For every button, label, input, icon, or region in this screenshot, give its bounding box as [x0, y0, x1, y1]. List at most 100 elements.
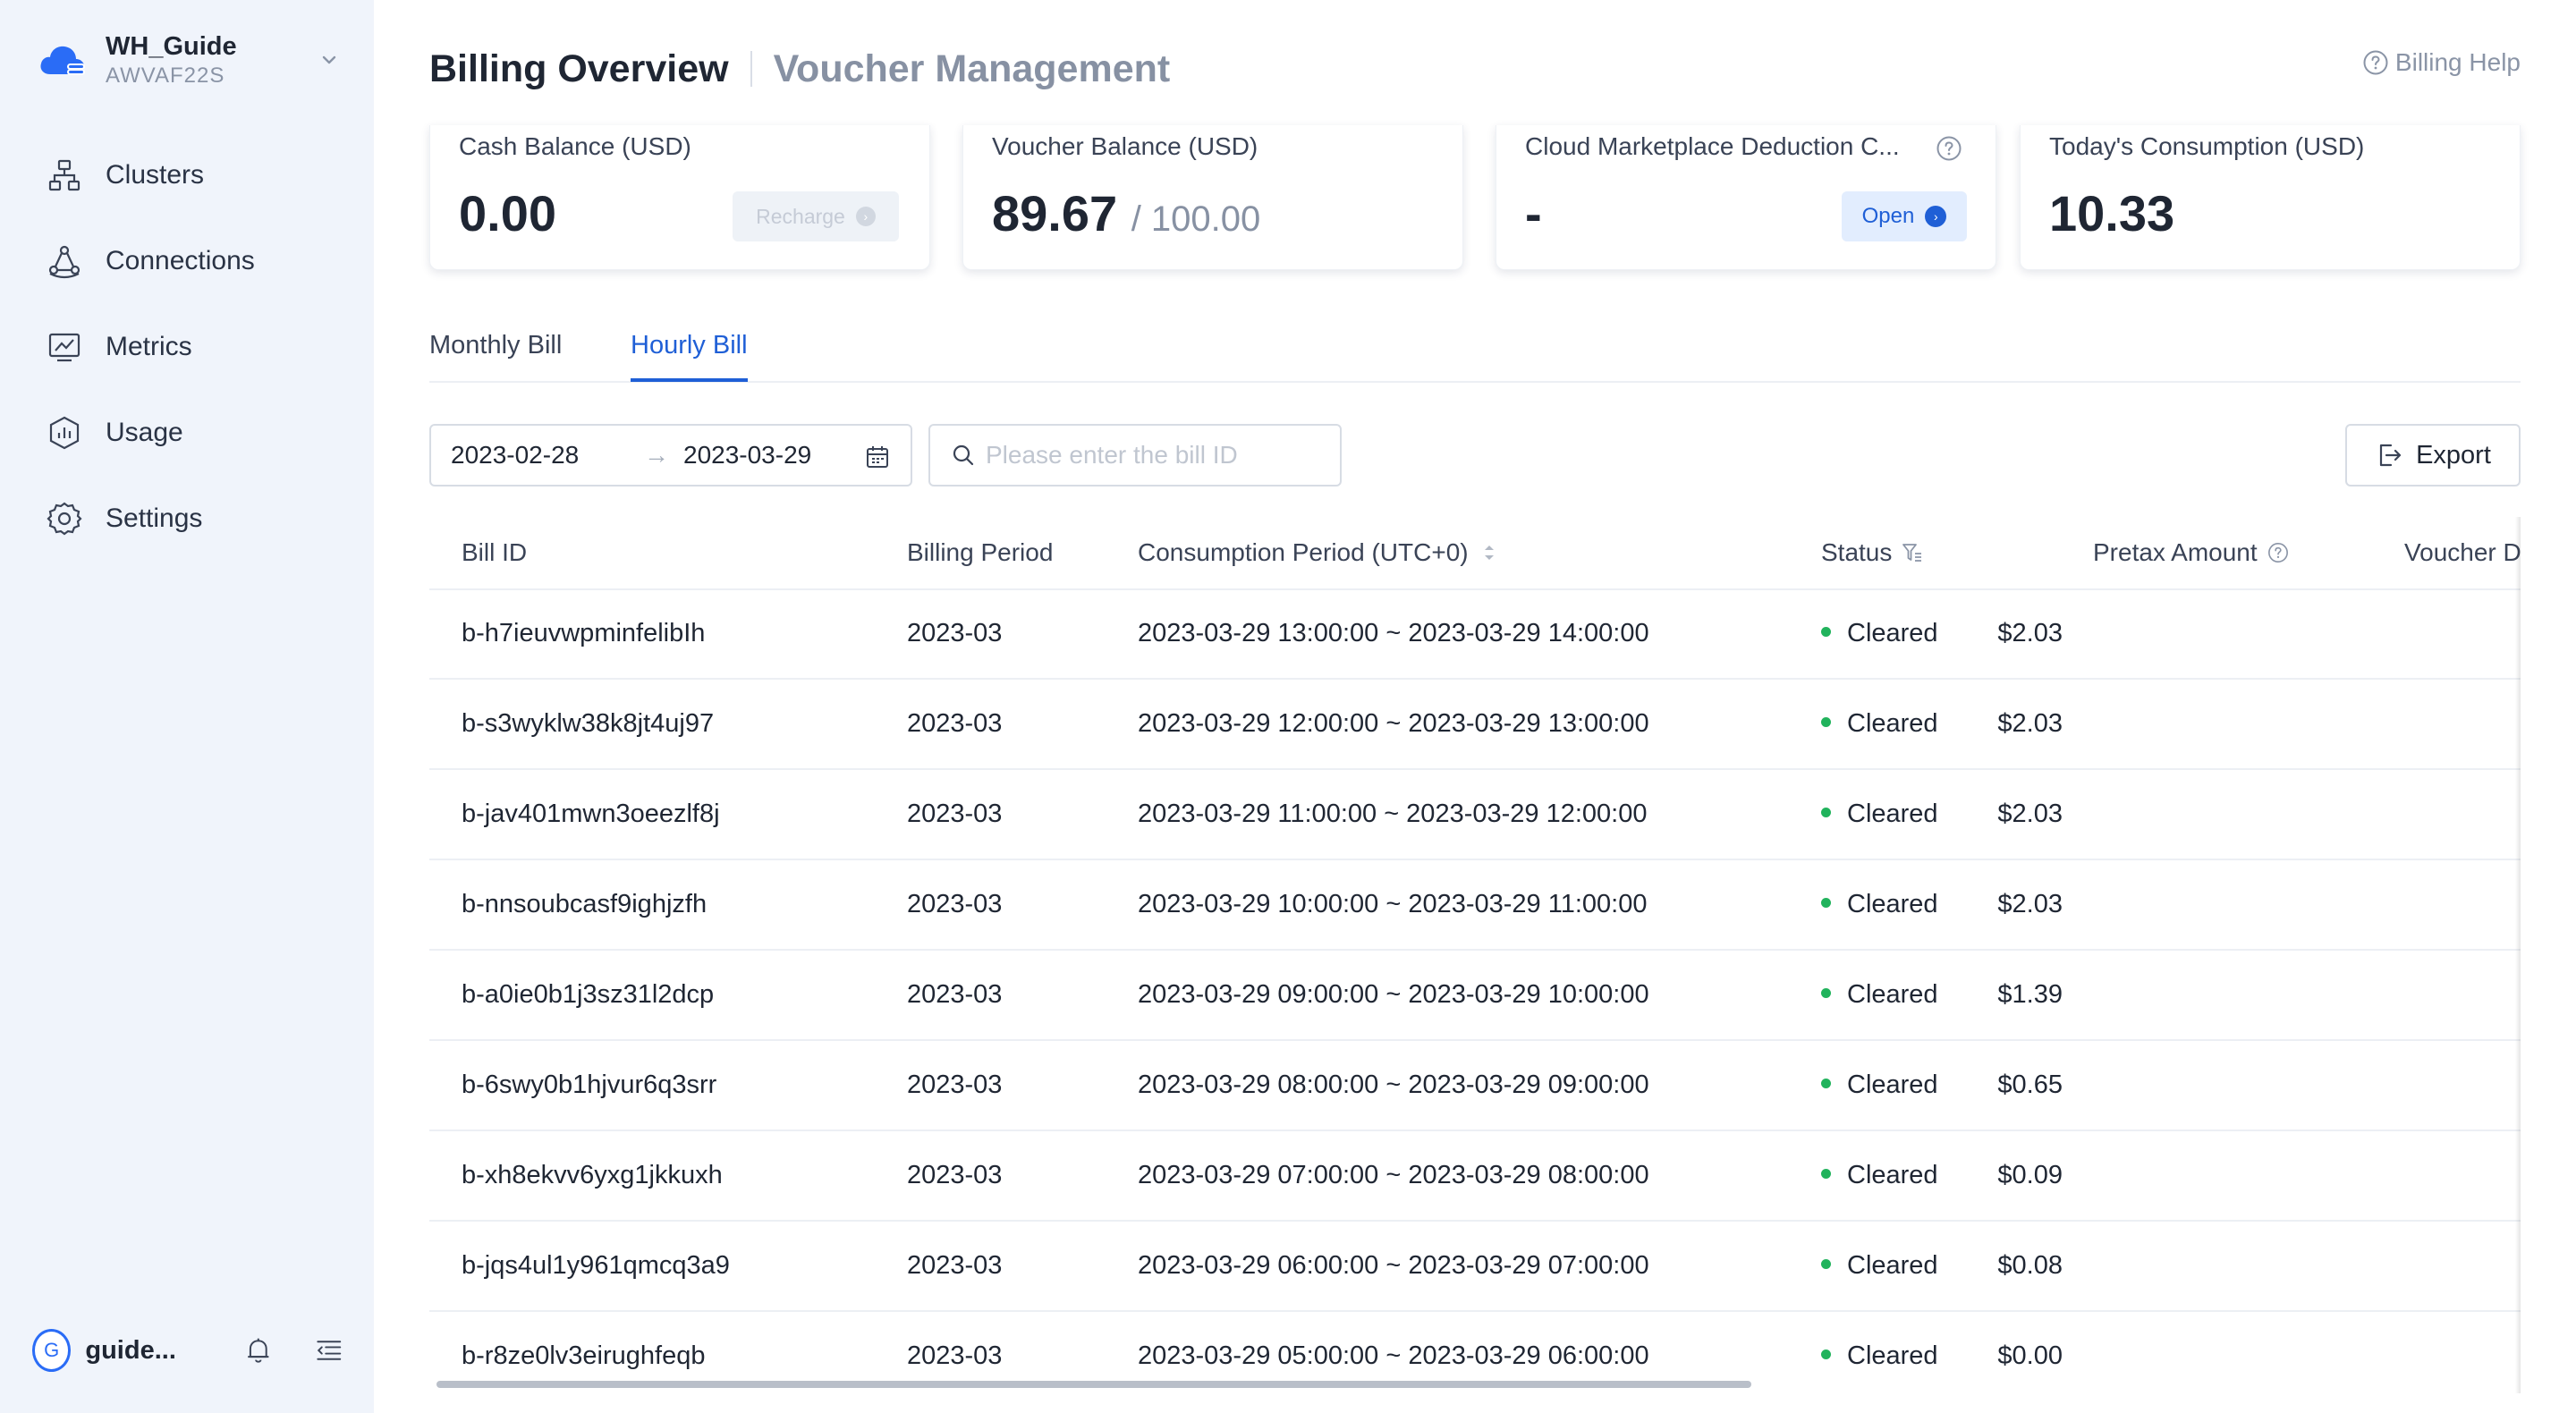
- cell-pretax-amount: $1.39: [1997, 980, 2063, 1009]
- date-range-arrow: →: [644, 441, 669, 469]
- cloud-logo-icon: [40, 46, 85, 75]
- arrow-right-icon: ›: [855, 207, 876, 226]
- marketplace-deduction-label: Cloud Marketplace Deduction C...: [1525, 132, 1900, 160]
- table-row[interactable]: b-a0ie0b1j3sz31l2dcp 2023-03 2023-03-29 …: [429, 952, 2521, 1041]
- cell-consumption-period: 2023-03-29 09:00:00 ~ 2023-03-29 10:00:0…: [1138, 980, 1649, 1009]
- cell-consumption-period: 2023-03-29 08:00:00 ~ 2023-03-29 09:00:0…: [1138, 1070, 1649, 1099]
- column-header-label: Voucher De: [2404, 538, 2521, 566]
- bill-tabs: Monthly Bill Hourly Bill: [429, 313, 2521, 383]
- cell-bill-id: b-s3wyklw38k8jt4uj97: [462, 709, 715, 738]
- page-title[interactable]: Billing Overview: [429, 47, 729, 91]
- cell-billing-period: 2023-03: [907, 1341, 1003, 1370]
- cell-bill-id: b-xh8ekvv6yxg1jkkuxh: [462, 1161, 723, 1189]
- date-start[interactable]: 2023-02-28: [451, 441, 644, 470]
- sidebar-item-connections[interactable]: Connections: [0, 218, 374, 304]
- collapse-sidebar-icon[interactable]: [313, 1333, 345, 1368]
- cell-pretax-amount: $2.03: [1997, 890, 2063, 918]
- metrics-icon: [48, 333, 80, 362]
- voucher-balance-label: Voucher Balance (USD): [992, 132, 1258, 160]
- sidebar-item-usage[interactable]: Usage: [0, 390, 374, 476]
- org-switcher[interactable]: WH_Guide AWVAF22S: [38, 27, 342, 93]
- cell-bill-id: b-jqs4ul1y961qmcq3a9: [462, 1251, 730, 1280]
- bill-search: [928, 424, 1342, 487]
- connections-icon: [48, 245, 80, 279]
- sidebar-item-clusters[interactable]: Clusters: [0, 132, 374, 218]
- voucher-balance-value: 89.67 / 100.00: [992, 184, 1260, 242]
- column-header-label: Bill ID: [462, 538, 528, 566]
- cell-consumption-period: 2023-03-29 05:00:00 ~ 2023-03-29 06:00:0…: [1138, 1341, 1649, 1370]
- cell-consumption-period: 2023-03-29 12:00:00 ~ 2023-03-29 13:00:0…: [1138, 709, 1649, 738]
- status-dot-icon: [1821, 807, 1831, 817]
- avatar[interactable]: G: [32, 1329, 72, 1372]
- bell-icon[interactable]: [242, 1333, 275, 1368]
- open-button[interactable]: Open ›: [1842, 191, 1967, 241]
- table-row[interactable]: b-jqs4ul1y961qmcq3a9 2023-03 2023-03-29 …: [429, 1223, 2521, 1312]
- cell-pretax-amount: $0.00: [1997, 1341, 2063, 1370]
- export-icon: [2379, 444, 2402, 467]
- sidebar-footer: G guide...: [32, 1325, 345, 1375]
- date-end[interactable]: 2023-03-29: [683, 441, 877, 470]
- table-row[interactable]: b-nnsoubcasf9ighjzfh 2023-03 2023-03-29 …: [429, 861, 2521, 951]
- table-row[interactable]: b-6swy0b1hjvur6q3srr 2023-03 2023-03-29 …: [429, 1042, 2521, 1131]
- tab-hourly-bill[interactable]: Hourly Bill: [631, 331, 748, 382]
- cell-pretax-amount: $2.03: [1997, 619, 2063, 647]
- column-header-status[interactable]: Status: [1821, 538, 1924, 567]
- gear-icon: [47, 502, 82, 536]
- sidebar-item-label: Clusters: [106, 160, 205, 190]
- billing-help-link[interactable]: Billing Help: [2361, 48, 2521, 77]
- cell-billing-period: 2023-03: [907, 709, 1003, 738]
- marketplace-deduction-card: Cloud Marketplace Deduction C... - Open …: [1496, 125, 1996, 270]
- page-header: Billing Overview Voucher Management Bill…: [429, 39, 2521, 98]
- cash-balance-value: 0.00: [459, 185, 556, 241]
- horizontal-scrollbar[interactable]: [436, 1381, 1751, 1388]
- cell-pretax-amount: $2.03: [1997, 709, 2063, 738]
- column-header-voucher-deduction: Voucher De: [2404, 538, 2521, 567]
- cell-billing-period: 2023-03: [907, 890, 1003, 918]
- sidebar-item-label: Connections: [106, 246, 255, 275]
- cell-billing-period: 2023-03: [907, 800, 1003, 828]
- cell-consumption-period: 2023-03-29 11:00:00 ~ 2023-03-29 12:00:0…: [1138, 800, 1648, 828]
- question-circle-icon: [2363, 50, 2388, 75]
- table-scroll-shadow: [2515, 517, 2521, 1393]
- bill-id-search-input[interactable]: [986, 441, 1326, 470]
- cell-billing-period: 2023-03: [907, 980, 1003, 1009]
- question-circle-icon[interactable]: [2267, 541, 2290, 564]
- table-row[interactable]: b-h7ieuvwpminfelibIh 2023-03 2023-03-29 …: [429, 590, 2521, 680]
- main-content: Billing Overview Voucher Management Bill…: [429, 0, 2521, 1413]
- today-consumption-value: 10.33: [2049, 185, 2175, 241]
- status-dot-icon: [1821, 1078, 1831, 1088]
- status-dot-icon: [1821, 897, 1831, 908]
- question-circle-icon[interactable]: [1935, 134, 1963, 163]
- cell-billing-period: 2023-03: [907, 1251, 1003, 1280]
- status-dot-icon: [1821, 626, 1831, 637]
- sidebar-nav: Clusters Connections Metrics Usage Setti…: [0, 132, 374, 562]
- cell-consumption-period: 2023-03-29 07:00:00 ~ 2023-03-29 08:00:0…: [1138, 1161, 1649, 1189]
- tab-monthly-bill[interactable]: Monthly Bill: [429, 331, 562, 378]
- sidebar-item-label: Metrics: [106, 332, 192, 361]
- table-row[interactable]: b-xh8ekvv6yxg1jkkuxh 2023-03 2023-03-29 …: [429, 1132, 2521, 1222]
- marketplace-deduction-value: -: [1525, 185, 1542, 241]
- voucher-management-link[interactable]: Voucher Management: [774, 47, 1171, 91]
- voucher-balance-total: / 100.00: [1131, 199, 1261, 239]
- export-button[interactable]: Export: [2345, 424, 2521, 487]
- filter-icon[interactable]: [1901, 541, 1924, 564]
- chevron-down-icon[interactable]: [317, 47, 342, 72]
- search-icon: [953, 444, 974, 466]
- column-header-consumption-period[interactable]: Consumption Period (UTC+0): [1138, 538, 1501, 567]
- table-header: Bill ID Billing Period Consumption Perio…: [429, 517, 2521, 590]
- date-range-picker[interactable]: 2023-02-28 → 2023-03-29: [429, 424, 912, 487]
- status-dot-icon: [1821, 1168, 1831, 1179]
- sort-icon[interactable]: [1478, 541, 1501, 564]
- calendar-icon: [867, 446, 888, 468]
- table-row[interactable]: b-s3wyklw38k8jt4uj97 2023-03 2023-03-29 …: [429, 681, 2521, 770]
- cell-bill-id: b-jav401mwn3oeezlf8j: [462, 800, 720, 828]
- recharge-button[interactable]: Recharge ›: [733, 191, 899, 241]
- sidebar-item-settings[interactable]: Settings: [0, 476, 374, 562]
- table-row[interactable]: b-jav401mwn3oeezlf8j 2023-03 2023-03-29 …: [429, 771, 2521, 860]
- status-dot-icon: [1821, 716, 1831, 727]
- column-header-label: Consumption Period (UTC+0): [1138, 538, 1469, 566]
- cell-pretax-amount: $0.09: [1997, 1161, 2063, 1189]
- cell-bill-id: b-r8ze0lv3eirughfeqb: [462, 1341, 706, 1370]
- sidebar-item-metrics[interactable]: Metrics: [0, 304, 374, 390]
- user-name[interactable]: guide...: [85, 1336, 204, 1366]
